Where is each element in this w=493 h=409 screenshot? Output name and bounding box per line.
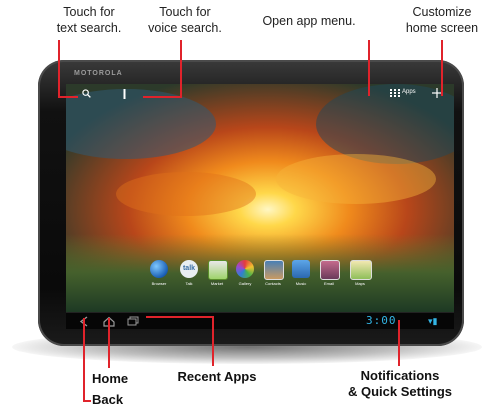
callout-text-search-line2: text search. bbox=[56, 21, 122, 35]
dock-label-talk: Talk bbox=[185, 281, 193, 286]
talk-icon[interactable]: talk bbox=[180, 260, 198, 278]
callout-notifications-line2: & Quick Settings bbox=[347, 384, 453, 399]
callout-back-text: Back bbox=[92, 392, 124, 407]
dock-label-market: Market bbox=[210, 281, 224, 286]
app-dock: Browser talk Talk Market Gallery Contact… bbox=[146, 260, 386, 292]
callout-notifications-line1: Notifications bbox=[360, 368, 440, 383]
callout-notifications: Notifications & Quick Settings bbox=[330, 368, 470, 400]
callout-text-search-line1: Touch for bbox=[63, 5, 115, 19]
callout-text-search: Touch for text search. bbox=[48, 4, 130, 36]
callout-line-recent-v bbox=[212, 316, 214, 366]
dock-label-music: Music bbox=[295, 281, 307, 286]
brand-logo: MOTOROLA bbox=[74, 70, 123, 77]
callout-line-back bbox=[83, 318, 85, 402]
callout-voice-search-line2: voice search. bbox=[148, 21, 222, 35]
callout-recent-apps: Recent Apps bbox=[172, 369, 262, 385]
browser-icon[interactable] bbox=[150, 260, 168, 278]
signal-battery-icon[interactable]: ▾▮ bbox=[428, 316, 437, 327]
dock-label-maps: Maps bbox=[355, 281, 365, 286]
callout-recent-apps-text: Recent Apps bbox=[177, 369, 257, 384]
search-icon[interactable] bbox=[82, 89, 91, 98]
callout-line-voice-search-h bbox=[143, 96, 182, 98]
recent-apps-icon[interactable] bbox=[126, 315, 140, 328]
callout-app-menu-text: Open app menu. bbox=[262, 14, 356, 28]
gallery-icon[interactable] bbox=[236, 260, 254, 278]
market-icon[interactable] bbox=[208, 260, 228, 280]
status-clock[interactable]: 3:00 bbox=[366, 314, 397, 327]
callout-line-voice-search-v bbox=[180, 40, 182, 98]
callout-back: Back bbox=[92, 392, 136, 408]
system-bar: 3:00 ▾▮ bbox=[66, 312, 454, 329]
mic-icon[interactable] bbox=[122, 89, 127, 99]
callout-app-menu: Open app menu. bbox=[254, 13, 364, 29]
dock-label-browser: Browser bbox=[151, 281, 167, 286]
dock-label-contacts: Contacts bbox=[265, 281, 281, 286]
apps-grid-icon[interactable] bbox=[390, 89, 400, 97]
callout-customize-line1: Customize bbox=[412, 5, 472, 19]
contacts-icon[interactable] bbox=[264, 260, 284, 280]
callout-line-customize bbox=[441, 40, 443, 96]
apps-button-label[interactable]: Apps bbox=[402, 89, 416, 95]
callout-line-back-h bbox=[83, 400, 91, 402]
callout-line-text-search-h bbox=[58, 96, 78, 98]
callout-voice-search: Touch for voice search. bbox=[144, 4, 226, 36]
callout-voice-search-line1: Touch for bbox=[159, 5, 211, 19]
callout-line-notifications bbox=[398, 320, 400, 366]
callout-line-text-search-v bbox=[58, 40, 60, 96]
callout-home: Home bbox=[92, 371, 136, 387]
callout-line-app-menu bbox=[368, 40, 370, 96]
home-screen: Apps Browser talk Talk Market Gallery Co… bbox=[66, 84, 454, 329]
callout-line-recent-h bbox=[146, 316, 214, 318]
email-icon[interactable] bbox=[320, 260, 340, 280]
callout-line-home bbox=[108, 318, 110, 368]
maps-icon[interactable] bbox=[350, 260, 372, 280]
callout-home-text: Home bbox=[92, 371, 129, 386]
callout-customize: Customize home screen bbox=[396, 4, 488, 36]
music-icon[interactable] bbox=[292, 260, 310, 278]
callout-customize-line2: home screen bbox=[405, 21, 479, 35]
top-toolbar: Apps bbox=[66, 84, 454, 102]
dock-label-email: Email bbox=[323, 281, 334, 286]
dock-label-gallery: Gallery bbox=[238, 281, 252, 286]
back-arrow-icon[interactable] bbox=[78, 315, 92, 328]
